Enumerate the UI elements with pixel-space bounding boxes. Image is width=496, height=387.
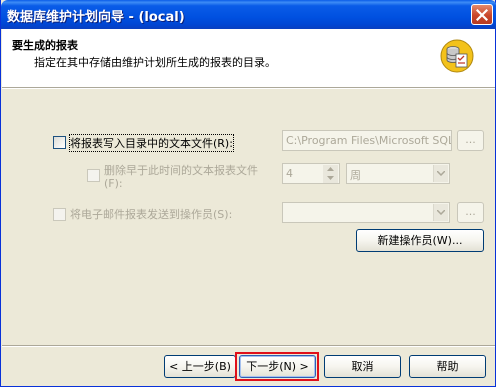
delete-age-spinner[interactable]: 4 [282,163,340,184]
page-subtitle: 指定在其中存储由维护计划所生成的报表的目录。 [34,56,276,69]
title-bar[interactable]: 数据库维护计划向导 - (local) [1,0,496,29]
page-title: 要生成的报表 [12,39,78,52]
delete-old-checkbox[interactable] [87,169,100,182]
unit-dropdown-button[interactable] [433,165,448,182]
delete-age-value: 4 [286,167,293,180]
operator-select[interactable] [282,202,450,223]
report-path-field[interactable]: C:\Program Files\Microsoft SQL Se [282,130,452,151]
delete-unit-value: 周 [350,169,361,182]
window-title: 数据库维护计划向导 - (local) [7,10,185,25]
delete-old-label-hotkey: (F): [104,177,123,190]
delete-old-label: 删除早于此时间的文本报表文件 [104,164,258,177]
spin-up-button[interactable] [323,165,338,174]
database-report-icon [440,39,474,73]
operator-browse-button[interactable]: ... [457,202,484,223]
chevron-down-icon [437,171,445,176]
down-arrow-icon [327,176,334,180]
operator-dropdown-button[interactable] [433,204,448,221]
email-report-checkbox[interactable] [53,208,66,221]
delete-unit-select[interactable]: 周 [346,163,450,184]
footer-divider [2,345,495,347]
report-path-browse-button[interactable]: ... [457,130,484,151]
email-report-label: 将电子邮件报表发送到操作员(S): [70,208,233,221]
help-button[interactable]: 帮助 [409,355,486,378]
new-operator-button[interactable]: 新建操作员(W)... [356,229,484,252]
chevron-down-icon [437,210,445,215]
header-panel: 要生成的报表 指定在其中存储由维护计划所生成的报表的目录。 [2,29,495,87]
back-button[interactable]: < 上一步(B) [164,355,236,378]
up-arrow-icon [327,167,334,171]
header-divider [2,87,495,89]
spin-down-button[interactable] [323,174,338,183]
close-button[interactable] [471,4,493,25]
wizard-window: 数据库维护计划向导 - (local) 要生成的报表 指定在其中存储由维护计划所… [0,0,496,387]
report-file-checkbox[interactable] [53,136,66,149]
next-button-highlight [235,352,319,381]
report-file-label: 将报表写入目录中的文本文件(R): [69,134,234,152]
close-icon [476,9,488,21]
cancel-button[interactable]: 取消 [324,355,401,378]
